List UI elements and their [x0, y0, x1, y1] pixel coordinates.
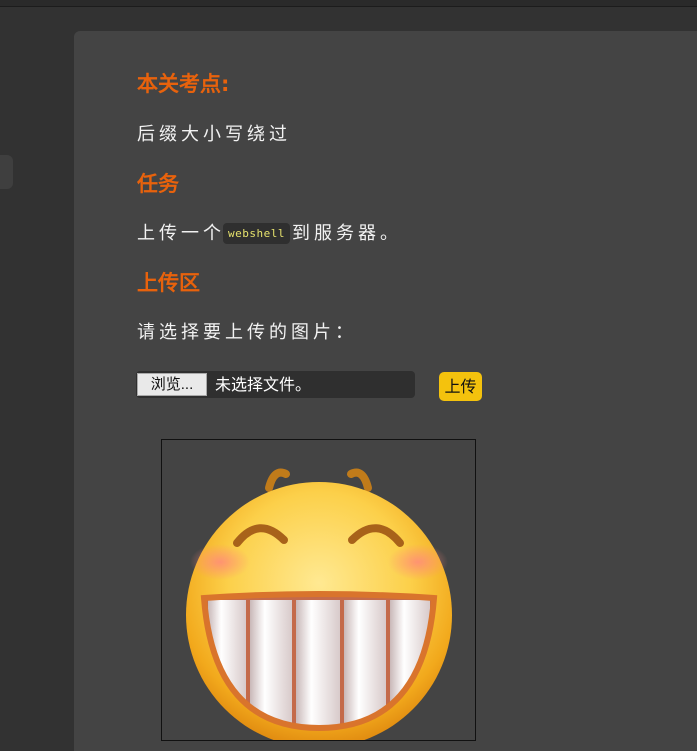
- grinning-face-icon: [186, 468, 452, 740]
- task-text-after: 到服务器。: [291, 223, 402, 244]
- upload-title: 上传区: [137, 271, 200, 295]
- task-title: 任务: [137, 172, 179, 196]
- checkpoint-title: 本关考点:: [137, 72, 230, 96]
- browse-button[interactable]: 浏览...: [137, 373, 207, 396]
- image-preview: [161, 439, 476, 741]
- upload-prompt: 请选择要上传的图片：: [137, 322, 357, 343]
- window-top-edge: [0, 0, 697, 7]
- task-text-before: 上传一个: [137, 223, 225, 244]
- file-input[interactable]: 浏览... 未选择文件。: [136, 371, 415, 398]
- upload-button[interactable]: 上传: [439, 372, 482, 401]
- file-status-text: 未选择文件。: [215, 375, 312, 394]
- task-text: 上传一个 webshell 到服务器。: [137, 219, 402, 245]
- checkpoint-text: 后缀大小写绕过: [137, 124, 291, 145]
- sidebar-toggle[interactable]: [0, 155, 13, 189]
- webshell-code: webshell: [223, 223, 290, 244]
